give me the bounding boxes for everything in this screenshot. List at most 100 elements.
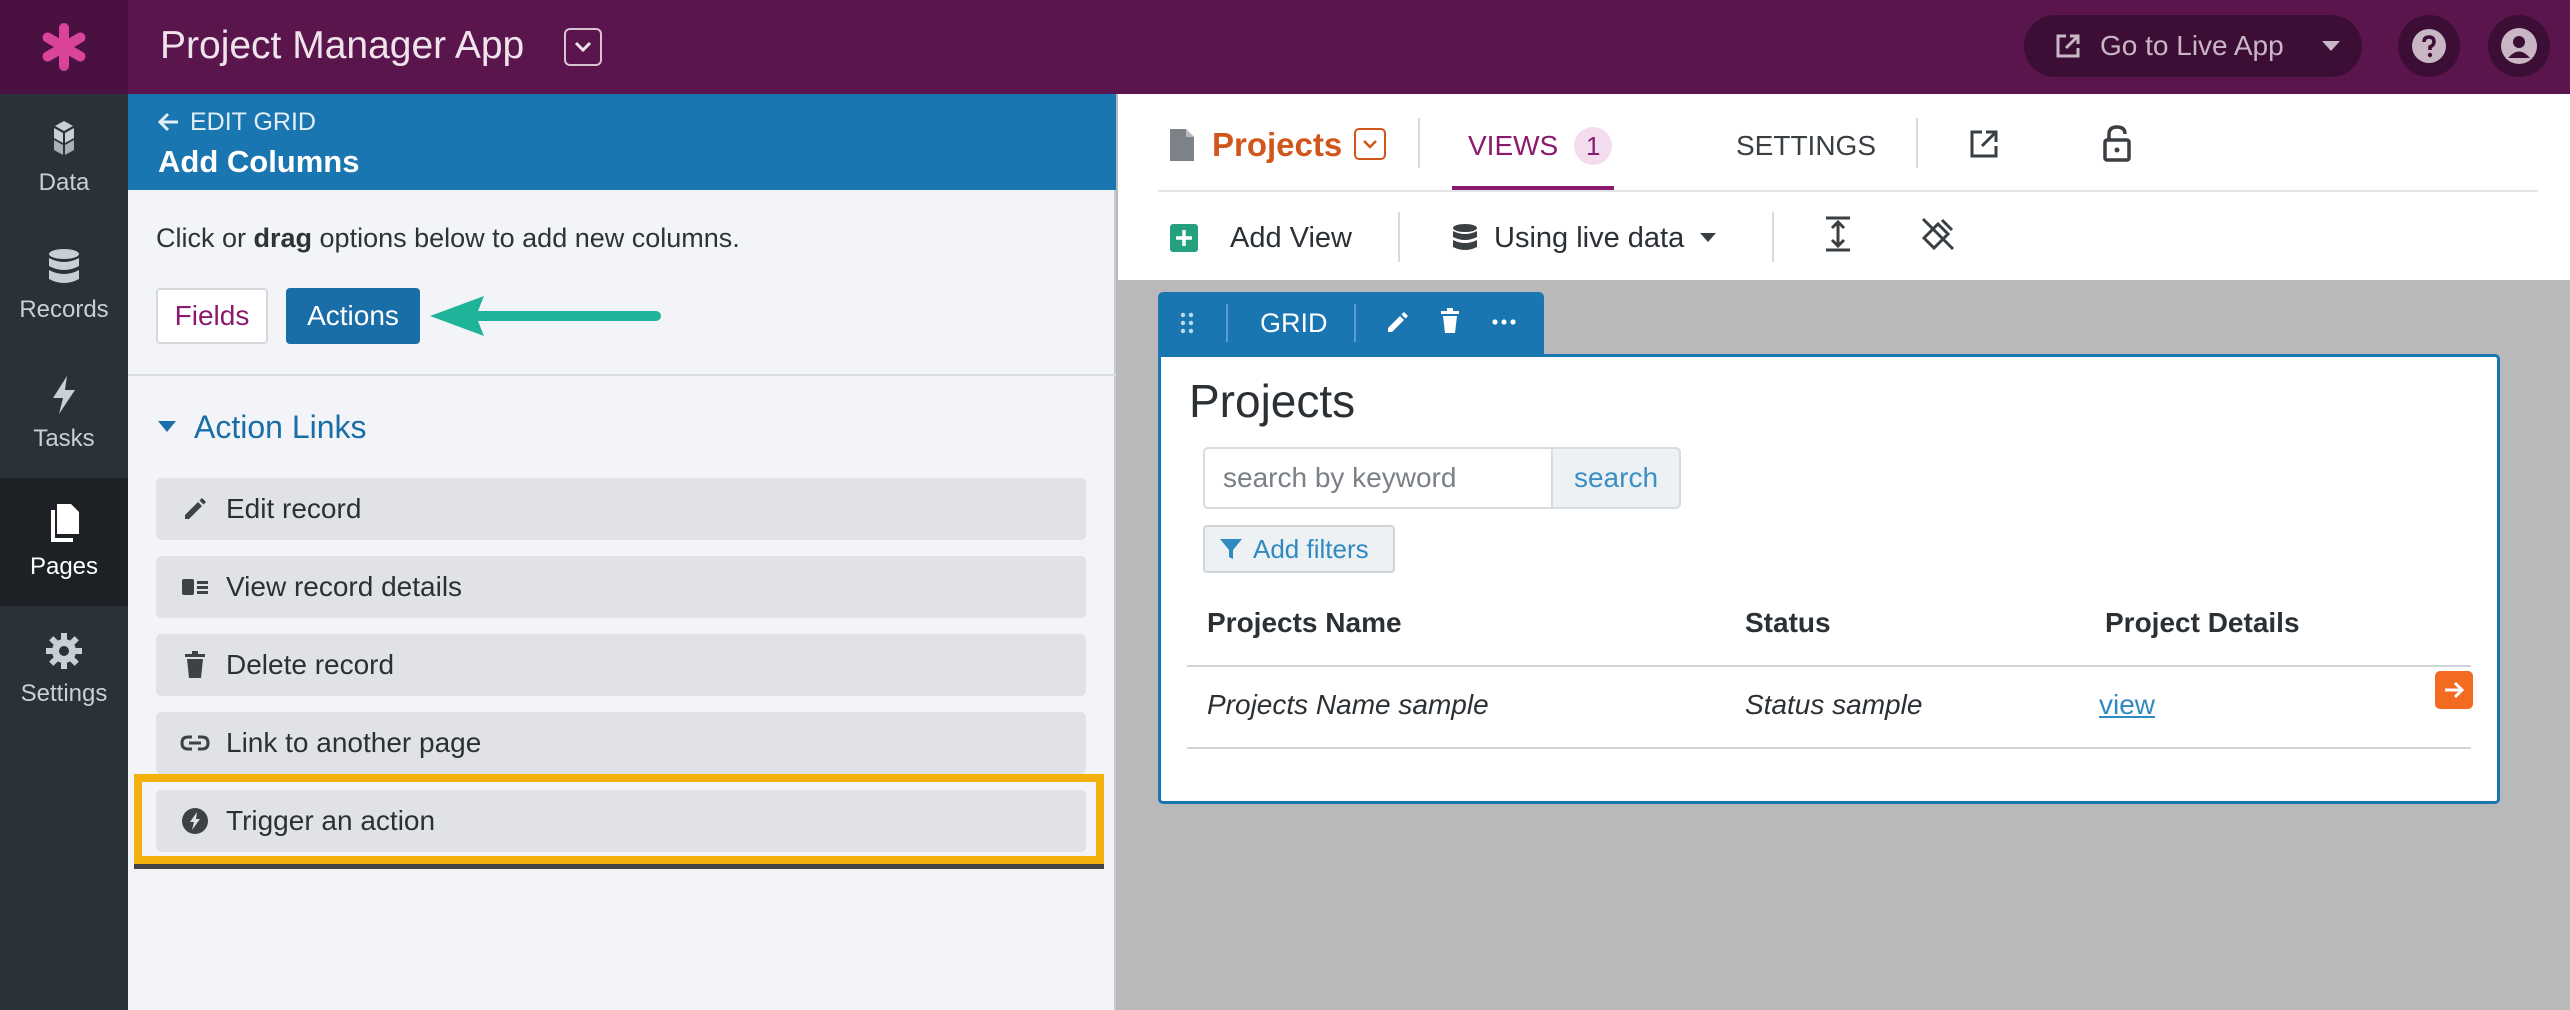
app-logo[interactable] <box>0 0 128 94</box>
link-icon <box>180 734 210 752</box>
toolbar-divider <box>1418 118 1420 168</box>
external-link-icon <box>2056 34 2080 58</box>
panel-title: Add Columns <box>158 144 360 179</box>
external-link-icon[interactable] <box>1968 128 2000 160</box>
cubes-icon <box>54 121 74 155</box>
caret-down-icon <box>2322 41 2340 51</box>
add-filters-label: Add filters <box>1253 533 1369 564</box>
nav-label: Settings <box>20 680 108 707</box>
column-header-project-details[interactable]: Project Details <box>2105 605 2300 641</box>
tab-fields[interactable]: Fields <box>156 288 268 344</box>
nav-item-settings[interactable]: Settings <box>0 606 128 734</box>
drag-handle-icon[interactable] <box>1180 312 1194 334</box>
action-item-edit-record[interactable]: Edit record <box>156 478 1086 540</box>
account-button[interactable] <box>2488 15 2550 77</box>
section-title: Action Links <box>194 409 367 445</box>
action-links-section-toggle[interactable]: Action Links <box>158 406 367 448</box>
search-button[interactable]: search <box>1551 447 1681 509</box>
add-view-button[interactable]: Add View <box>1170 218 1352 258</box>
live-data-dropdown[interactable]: Using live data <box>1452 218 1717 258</box>
instruction-text: Click or <box>156 223 254 253</box>
toolbar-separator <box>1158 190 2538 192</box>
nav-label: Pages <box>29 553 99 580</box>
toolbar-divider <box>1398 212 1400 262</box>
view-type-label: GRID <box>1260 308 1328 338</box>
page-document-icon <box>1170 129 1194 161</box>
action-item-delete-record[interactable]: Delete record <box>156 634 1086 696</box>
unlock-icon[interactable] <box>2102 124 2132 162</box>
page-switcher-dropdown[interactable] <box>1354 128 1386 160</box>
nav-item-tasks[interactable]: Tasks <box>0 350 128 478</box>
back-to-edit-grid-link[interactable]: EDIT GRID <box>158 106 316 138</box>
chevron-down-icon <box>574 41 592 53</box>
grid-view-card[interactable]: Projects search by keyword search Add fi… <box>1158 354 2500 804</box>
table-row-divider <box>1187 747 2471 749</box>
details-icon <box>180 576 210 598</box>
go-live-dropdown[interactable] <box>2300 15 2362 77</box>
views-label: VIEWS <box>1468 130 1559 161</box>
caret-down-icon <box>158 421 176 432</box>
cell-project-details-link[interactable]: view <box>2099 687 2155 723</box>
action-item-view-record-details[interactable]: View record details <box>156 556 1086 618</box>
user-avatar-icon <box>2501 28 2537 64</box>
table-header-divider <box>1187 665 2471 667</box>
column-header-status[interactable]: Status <box>1745 605 1831 641</box>
help-icon <box>2412 29 2446 63</box>
trash-icon <box>180 651 210 679</box>
cell-status: Status sample <box>1745 689 1923 720</box>
database-icon <box>49 249 79 283</box>
caret-down-icon <box>1700 233 1717 242</box>
toolbar-divider <box>1354 304 1356 342</box>
nav-item-data[interactable]: Data <box>0 94 128 222</box>
toolbar-divider <box>1772 212 1774 262</box>
views-count-badge: 1 <box>1574 127 1613 165</box>
panel-instructions: Click or drag options below to add new c… <box>156 220 740 256</box>
cell-projects-name: Projects Name sample <box>1207 689 1489 720</box>
nav-label: Records <box>19 296 109 323</box>
column-header-projects-name[interactable]: Projects Name <box>1207 605 1402 641</box>
edit-view-icon[interactable] <box>1386 310 1410 334</box>
page-toolbar: Projects VIEWS 1 SETTINGS Add View Using… <box>1118 94 2570 280</box>
asterisk-logo-icon <box>42 23 86 71</box>
action-label: Link to another page <box>226 727 482 758</box>
row-action-button[interactable] <box>2435 671 2473 709</box>
vertical-spacing-icon[interactable] <box>1824 216 1852 252</box>
nav-label: Data <box>38 169 90 196</box>
more-options-icon[interactable] <box>1492 319 1516 325</box>
action-item-link-to-another-page[interactable]: Link to another page <box>156 712 1086 774</box>
filter-icon <box>1220 539 1242 559</box>
toolbar-divider <box>1916 118 1918 168</box>
nav-item-pages[interactable]: Pages <box>0 478 128 606</box>
app-menu-dropdown[interactable] <box>564 28 602 66</box>
page-name[interactable]: Projects <box>1212 124 1342 166</box>
chevron-down-icon <box>1363 140 1377 149</box>
action-label: Edit record <box>226 493 362 524</box>
arrow-right-icon <box>2445 681 2465 699</box>
search-input[interactable]: search by keyword <box>1203 447 1551 509</box>
pages-icon <box>51 504 79 542</box>
back-link-label: EDIT GRID <box>190 108 316 136</box>
action-label: View record details <box>226 571 463 602</box>
tab-actions[interactable]: Actions <box>286 288 420 344</box>
add-filters-button[interactable]: Add filters <box>1203 525 1395 573</box>
app-title: Project Manager App <box>160 24 525 67</box>
delete-view-icon[interactable] <box>1440 308 1460 334</box>
view-title: Projects <box>1189 375 1356 427</box>
tab-views[interactable]: VIEWS 1 <box>1468 126 1613 166</box>
top-bar: Project Manager App Go to Live App <box>0 0 2570 94</box>
design-off-icon[interactable] <box>1920 216 1956 252</box>
go-to-live-app-button[interactable]: Go to Live App <box>2024 15 2332 77</box>
instruction-text: options below to add new columns. <box>312 223 740 253</box>
help-button[interactable] <box>2398 15 2460 77</box>
nav-label: Tasks <box>33 425 95 452</box>
annotation-arrow-icon <box>430 296 661 336</box>
gear-icon <box>46 633 82 669</box>
nav-item-records[interactable]: Records <box>0 222 128 350</box>
pencil-icon <box>180 496 210 522</box>
panel-divider <box>128 374 1116 376</box>
action-label: Delete record <box>226 649 395 680</box>
bolt-icon <box>53 376 75 414</box>
highlight-annotation-box <box>134 774 1104 864</box>
left-navigation: Data Records Tasks Pages Settings <box>0 94 128 1010</box>
tab-settings[interactable]: SETTINGS <box>1736 126 1876 166</box>
